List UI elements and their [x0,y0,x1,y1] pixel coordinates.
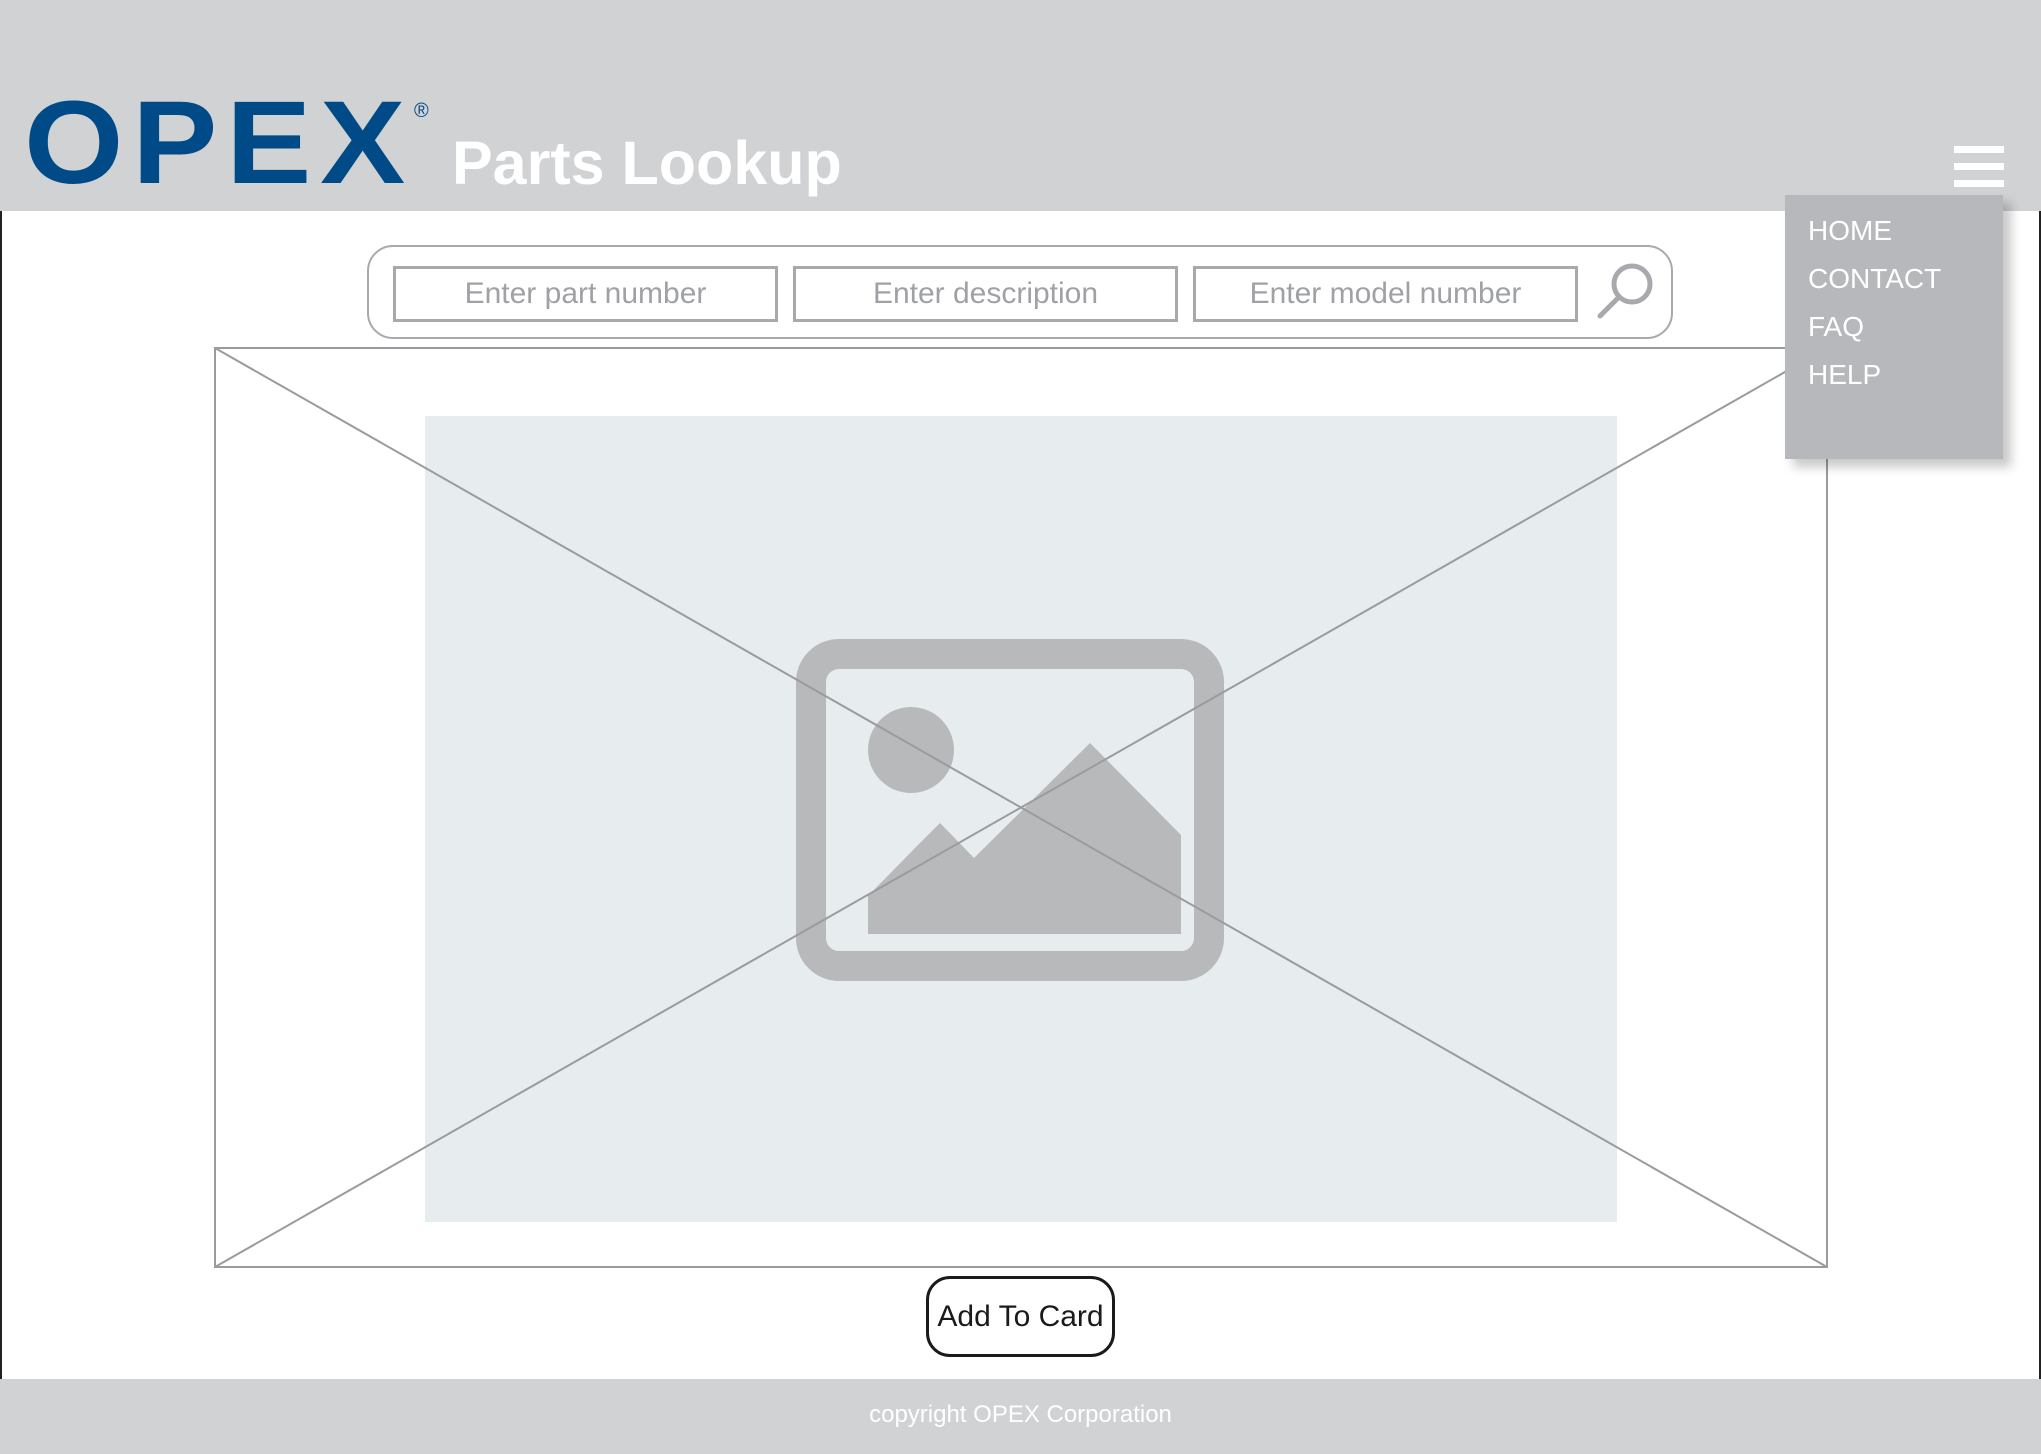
nav-dropdown-menu: HOME CONTACT FAQ HELP [1785,195,2003,459]
hamburger-menu-icon[interactable] [1954,146,2004,188]
header-bar: OPEX ® Parts Lookup [0,0,2041,211]
menu-item-faq[interactable]: FAQ [1808,311,1864,343]
product-image-placeholder [214,347,1828,1268]
description-input[interactable] [793,266,1178,322]
part-number-input[interactable] [393,266,778,322]
footer: copyright OPEX Corporation [0,1379,2041,1454]
opex-logo: OPEX ® [24,95,429,191]
app-title: Parts Lookup [452,129,842,197]
menu-line [1954,146,2004,153]
add-to-card-button[interactable]: Add To Card [926,1276,1115,1357]
menu-item-help[interactable]: HELP [1808,359,1881,391]
copyright-text: copyright OPEX Corporation [869,1401,1172,1428]
search-icon[interactable] [1594,260,1658,324]
menu-line [1954,163,2004,170]
page: OPEX ® Parts Lookup Add To C [0,0,2041,1454]
model-number-input[interactable] [1193,266,1578,322]
page-border-left [0,211,2,1379]
menu-line [1954,180,2004,187]
menu-item-home[interactable]: HOME [1808,215,1892,247]
logo-registered-mark: ® [414,100,429,122]
menu-item-contact[interactable]: CONTACT [1808,263,1941,295]
logo-wordmark: OPEX [24,95,414,191]
search-bar [367,245,1673,339]
